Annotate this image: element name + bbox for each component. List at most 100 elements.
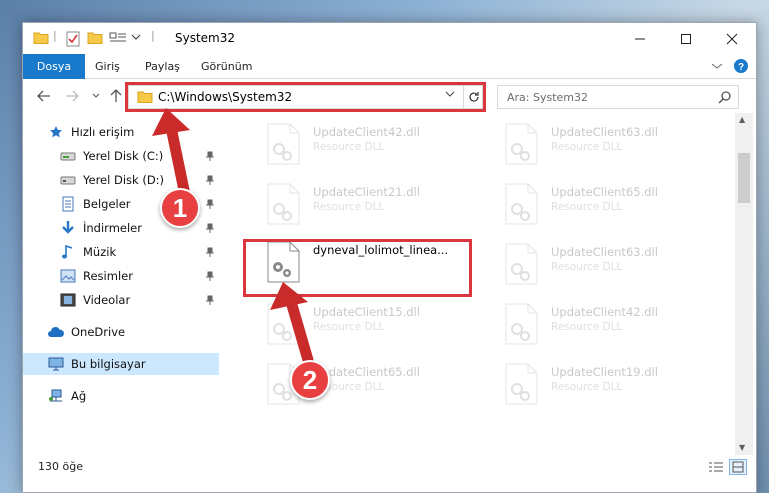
file-description: Resource DLL (313, 141, 385, 153)
recent-locations-button[interactable] (87, 87, 105, 105)
scroll-down-icon[interactable]: ▼ (739, 443, 745, 452)
pin-icon[interactable] (205, 174, 215, 188)
sidebar-item-videos[interactable]: Videolar (23, 289, 219, 311)
sidebar-item-label: Belgeler (83, 197, 131, 211)
sidebar-item-local-disk-c[interactable]: Yerel Disk (C:) (23, 145, 219, 167)
forward-button[interactable] (63, 87, 81, 105)
scroll-up-icon[interactable]: ▲ (739, 115, 745, 124)
sidebar-item-label: Resimler (83, 269, 133, 283)
sidebar-item-label: Müzik (83, 245, 117, 259)
minimize-button[interactable] (617, 23, 663, 54)
cloud-icon (47, 324, 65, 340)
search-icon[interactable] (718, 90, 732, 107)
sidebar-item-quick-access[interactable]: Hızlı erişim (23, 121, 219, 143)
file-item[interactable]: UpdateClient15.dll Resource DLL (243, 299, 468, 349)
sidebar-item-label: Yerel Disk (D:) (83, 173, 165, 187)
sidebar-item-pictures[interactable]: Resimler (23, 265, 219, 287)
arrow-up-icon (110, 89, 122, 102)
svg-text:?: ? (738, 62, 744, 73)
dll-file-icon (503, 303, 539, 348)
pin-icon[interactable] (205, 222, 215, 236)
documents-icon (59, 196, 77, 212)
dll-file-icon (503, 243, 539, 288)
help-icon[interactable]: ? (733, 58, 749, 77)
sidebar-item-network[interactable]: Ağ (23, 385, 219, 407)
pin-icon[interactable] (205, 270, 215, 284)
tab-home[interactable]: Giriş (85, 54, 130, 79)
arrow-left-icon (37, 90, 50, 102)
file-item[interactable]: UpdateClient19.dll Resource DLL (481, 359, 706, 409)
file-item[interactable]: UpdateClient65.dll Resource DLL (481, 179, 706, 229)
file-item[interactable]: UpdateClient65.dll Resource DLL (243, 359, 468, 409)
file-name: UpdateClient21.dll (313, 185, 420, 199)
file-item[interactable]: UpdateClient42.dll Resource DLL (243, 119, 468, 169)
minimize-icon (635, 38, 645, 39)
large-icons-view-button[interactable] (729, 459, 747, 475)
chevron-down-icon[interactable] (131, 32, 141, 45)
file-name: UpdateClient65.dll (551, 185, 658, 199)
sidebar-item-this-pc[interactable]: Bu bilgisayar (23, 353, 219, 375)
close-icon (726, 33, 738, 44)
dll-file-icon (503, 183, 539, 228)
network-icon (47, 388, 65, 404)
star-icon (47, 124, 65, 140)
tab-share[interactable]: Paylaş (135, 54, 190, 79)
sidebar-item-music[interactable]: Müzik (23, 241, 219, 263)
file-description: Resource DLL (313, 201, 385, 213)
maximize-button[interactable] (663, 23, 709, 54)
music-icon (59, 244, 77, 260)
customize-toolbar-icon[interactable] (109, 31, 127, 48)
videos-icon (59, 292, 77, 308)
file-highlight-box (243, 239, 472, 297)
file-description: Resource DLL (551, 141, 623, 153)
window-title: System32 (175, 31, 236, 45)
navigation-bar: C:\Windows\System32 Ara: System32 (23, 80, 756, 113)
file-item[interactable]: UpdateClient21.dll Resource DLL (243, 179, 468, 229)
pin-icon[interactable] (205, 294, 215, 308)
up-button[interactable] (107, 87, 125, 105)
properties-icon[interactable] (65, 31, 81, 50)
maximize-icon (681, 33, 691, 44)
back-button[interactable] (35, 87, 53, 105)
sidebar-item-label: İndirmeler (83, 221, 142, 235)
dll-file-icon (503, 363, 539, 408)
new-folder-icon[interactable] (87, 31, 103, 48)
step-marker-1: 1 (160, 188, 200, 228)
sidebar-item-label: Bu bilgisayar (71, 357, 146, 371)
pin-icon[interactable] (205, 150, 215, 164)
arrow-right-icon (66, 90, 79, 102)
vertical-scrollbar[interactable]: ▲ ▼ (735, 113, 753, 455)
sidebar-item-onedrive[interactable]: OneDrive (23, 321, 219, 343)
large-icons-view-icon (732, 461, 744, 473)
file-description: Resource DLL (313, 321, 385, 333)
dll-file-icon (265, 303, 301, 348)
file-item[interactable]: UpdateClient63.dll Resource DLL (481, 239, 706, 289)
expand-ribbon-icon[interactable] (711, 61, 723, 74)
pin-icon[interactable] (205, 246, 215, 260)
file-name: UpdateClient42.dll (551, 305, 658, 319)
scrollbar-thumb[interactable] (738, 153, 750, 203)
sidebar-item-label: Ağ (71, 389, 87, 403)
download-icon (59, 220, 77, 236)
sidebar-item-label: OneDrive (71, 325, 126, 339)
status-bar: 130 öğe (23, 455, 756, 479)
sidebar-item-local-disk-d[interactable]: Yerel Disk (D:) (23, 169, 219, 191)
search-box[interactable]: Ara: System32 (497, 85, 739, 109)
file-name: UpdateClient63.dll (551, 245, 658, 259)
file-item[interactable]: UpdateClient42.dll Resource DLL (481, 299, 706, 349)
details-view-button[interactable] (707, 459, 725, 475)
address-highlight-box (125, 82, 486, 112)
drive-icon (59, 148, 77, 164)
tab-file[interactable]: Dosya (23, 54, 85, 79)
file-description: Resource DLL (551, 201, 623, 213)
sidebar-item-label: Videolar (83, 293, 131, 307)
file-description: Resource DLL (551, 321, 623, 333)
close-button[interactable] (709, 23, 755, 54)
pin-icon[interactable] (205, 198, 215, 212)
file-item[interactable]: UpdateClient63.dll Resource DLL (481, 119, 706, 169)
dll-file-icon (265, 183, 301, 228)
tab-view[interactable]: Görünüm (191, 54, 262, 79)
item-count: 130 öğe (38, 460, 83, 473)
file-description: Resource DLL (551, 261, 623, 273)
separator: | (53, 29, 57, 42)
